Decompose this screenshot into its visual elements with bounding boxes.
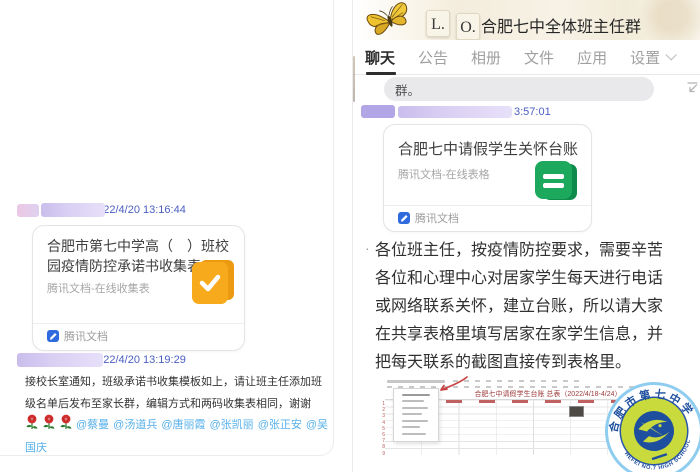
tab-设置[interactable]: 设置 [630, 40, 673, 75]
partial-bubble-text: 群。 [395, 80, 420, 99]
letter-tile: O. [456, 13, 480, 40]
tab-聊天[interactable]: 聊天 [365, 40, 395, 75]
tencent-docs-icon [47, 330, 59, 342]
chevron-down-icon[interactable] [666, 49, 677, 60]
mention-link[interactable]: @汤道兵 [113, 419, 157, 431]
message-timestamp: 2022/4/20 13:19:29 [91, 354, 186, 366]
mention-row: @蔡曼@汤道兵@唐丽霞@张凯丽@张正安@吴国庆 [25, 413, 333, 459]
partial-message-bubble: 群。 [384, 77, 654, 101]
tab-label: 应用 [577, 47, 607, 68]
sender-name-redacted[interactable] [17, 204, 39, 217]
mention-link[interactable]: @蔡曼 [76, 419, 109, 431]
sender-name-redacted[interactable] [361, 105, 395, 118]
sheet-row-numbers: 123456789 [375, 401, 385, 457]
butterfly-photo [361, 1, 419, 41]
message-timestamp: 2022/4/20 13:16:44 [91, 204, 186, 216]
spreadsheet-icon [535, 161, 577, 201]
doc-card-collect-form[interactable]: 合肥市第七中学高（ ）班校园疫情防控承诺书收集表 腾讯文档-在线收集表 腾讯 [32, 225, 245, 351]
doc-card-subtitle: 腾讯文档-在线收集表 [47, 280, 150, 296]
tencent-docs-icon [398, 212, 410, 224]
sheet-context-menu [393, 388, 439, 442]
tab-label: 设置 [630, 47, 660, 68]
rose-emoji [42, 414, 56, 431]
tab-label: 文件 [524, 47, 554, 68]
screenshot-canvas: 2022/4/20 13:16:44 合肥市第七中学高（ ）班校园疫情防控承诺书… [0, 0, 700, 472]
doc-card-source: 腾讯文档 [415, 210, 459, 226]
group-title: 合肥七中全体班主任群 [481, 13, 641, 37]
bullet-dot: · [365, 240, 370, 256]
doc-card-care-ledger[interactable]: 合肥七中请假学生关怀台账 腾讯文档-在线表格 腾讯文档 [383, 124, 592, 232]
group-tab-bar: 聊天 公告 相册 文件 应用 设置 [353, 40, 700, 75]
school-badge-logo: 合肥市第七中学 HEFEI NO.7 HIGH SCHOOL [603, 380, 700, 472]
doc-card-source: 腾讯文档 [64, 328, 108, 344]
sender-name-redacted[interactable] [41, 203, 105, 217]
mention-link[interactable]: @张凯丽 [210, 419, 254, 431]
tab-应用[interactable]: 应用 [577, 40, 607, 75]
left-chat-window: 2022/4/20 13:16:44 合肥市第七中学高（ ）班校园疫情防控承诺书… [0, 0, 334, 456]
red-arrow-annotation [431, 375, 471, 395]
cell-image-thumbnail [569, 406, 584, 417]
flower-photo-decoration [631, 0, 700, 40]
collect-form-icon [192, 258, 234, 304]
message-timestamp: 3:57:01 [514, 106, 551, 118]
rose-emoji [25, 414, 39, 431]
doc-card-subtitle: 腾讯文档-在线表格 [398, 166, 490, 182]
rose-emoji [59, 414, 73, 431]
collapse-icon[interactable] [686, 81, 699, 94]
notice-message-text: 接校长室通知，班级承诺书收集模板如上，请让班主任添加班级名单后发布至家长群，编辑… [25, 371, 328, 415]
mention-link[interactable]: @张正安 [258, 419, 302, 431]
doc-card-title: 合肥七中请假学生关怀台账 [398, 138, 586, 159]
tab-label: 公告 [418, 47, 448, 68]
sender-name-redacted[interactable] [17, 353, 103, 367]
tab-公告[interactable]: 公告 [418, 40, 448, 75]
tab-相册[interactable]: 相册 [471, 40, 501, 75]
tab-label: 相册 [471, 47, 501, 68]
group-chat-window: L. O. 合肥七中全体班主任群 聊天 公告 相册 文件 应用 设置 群。 3:57:01… [352, 0, 700, 472]
sender-name-redacted[interactable] [398, 106, 512, 118]
tab-label: 聊天 [365, 47, 395, 68]
photo-edge-sliver [353, 56, 355, 102]
group-header: L. O. 合肥七中全体班主任群 [353, 0, 700, 40]
care-instruction-message: 各位班主任，按疫情防控要求，需要辛苦各位和心理中心对居家学生每天进行电话或网络联… [375, 237, 667, 377]
letter-tile: L. [426, 10, 450, 37]
mention-link[interactable]: @唐丽霞 [161, 419, 205, 431]
tab-文件[interactable]: 文件 [524, 40, 554, 75]
